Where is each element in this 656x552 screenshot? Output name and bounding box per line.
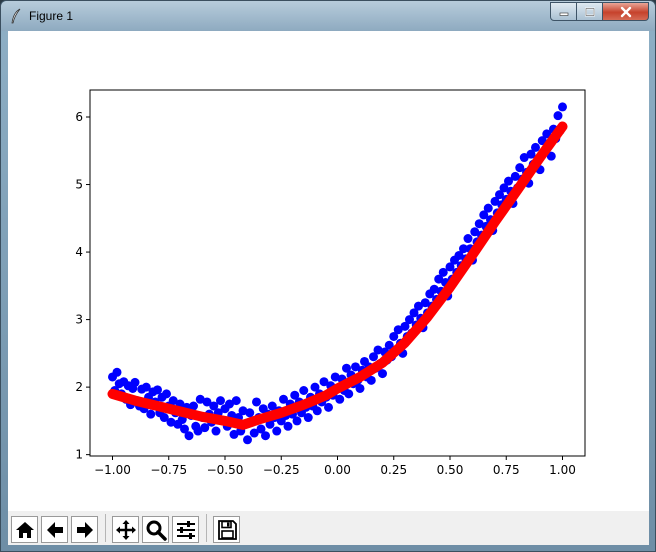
save-button[interactable] [213,516,240,543]
scatter-point [162,389,171,399]
zoom-button[interactable] [142,516,169,543]
magnifier-icon [146,520,167,541]
y-tick-label: 3 [75,313,83,327]
x-tick-label: 0.00 [324,463,351,477]
x-tick-label: −0.50 [207,463,244,477]
forward-button[interactable] [71,516,98,543]
scatter-point [283,421,293,431]
feather-icon [11,8,21,24]
floppy-disk-icon [217,519,237,540]
y-tick-label: 2 [75,380,83,394]
configure-subplots-button[interactable] [172,516,199,543]
scatter-point [292,416,302,426]
scatter-point [355,383,365,393]
scatter-point [558,102,567,112]
figure-window: Figure 1 −1.00 −0.75 −0.50 −0.25 0.00 0.25 0. [0,0,656,552]
scatter-point [312,406,322,416]
toolbar-separator [206,514,207,542]
scatter-point [272,426,282,436]
y-tick-label: 1 [75,448,83,462]
back-button[interactable] [41,516,68,543]
x-tick-label: −0.75 [150,463,187,477]
scatter-point [303,413,313,423]
x-tick-label: 0.50 [437,463,464,477]
home-icon [15,521,34,538]
maximize-icon [584,7,595,16]
scatter-point [112,367,122,377]
y-tick-label: 5 [75,178,83,192]
scatter-point [324,402,333,412]
plot-canvas[interactable]: −1.00 −0.75 −0.50 −0.25 0.00 0.25 0.50 0.75 1.00… [8,31,649,511]
window-controls [550,2,649,22]
scatter-point [184,431,194,441]
x-tick-label: −0.25 [263,463,300,477]
scatter-point [531,142,540,152]
toolbar-separator [105,514,106,542]
scatter-point [211,426,221,436]
scatter-point [130,377,140,387]
scatter-point [299,385,309,395]
scatter-point [483,203,493,213]
scatter-point [252,397,261,407]
navigation-toolbar [8,511,649,545]
move-icon [115,519,136,540]
minimize-button[interactable] [550,2,577,21]
minimize-icon [559,12,568,16]
scatter-point [463,234,473,244]
sliders-icon [176,520,195,539]
scatter-point [243,435,252,445]
scatter-point [553,111,563,121]
close-button[interactable] [603,2,649,21]
scatter-point [261,431,270,441]
x-tick-label: 0.75 [493,463,520,477]
maximize-button[interactable] [577,2,603,21]
arrow-left-icon [46,521,63,538]
title-bar[interactable]: Figure 1 [1,1,655,31]
home-button[interactable] [11,516,38,543]
scatter-point [245,408,255,418]
scatter-point [216,396,225,406]
x-tick-label: 1.00 [549,463,576,477]
scatter-point [146,409,156,419]
close-icon [620,6,631,17]
arrow-right-icon [76,521,93,538]
y-tick-label: 4 [75,245,83,259]
pan-button[interactable] [112,516,139,543]
figure-canvas-area: −1.00 −0.75 −0.50 −0.25 0.00 0.25 0.50 0.75 1.00… [8,31,649,545]
x-tick-label: −1.00 [94,463,131,477]
scatter-point [335,394,345,404]
scatter-point [231,396,241,406]
scatter-point [344,389,354,399]
y-tick-label: 6 [75,110,83,124]
x-tick-label: 0.25 [380,463,407,477]
window-title: Figure 1 [29,9,74,23]
